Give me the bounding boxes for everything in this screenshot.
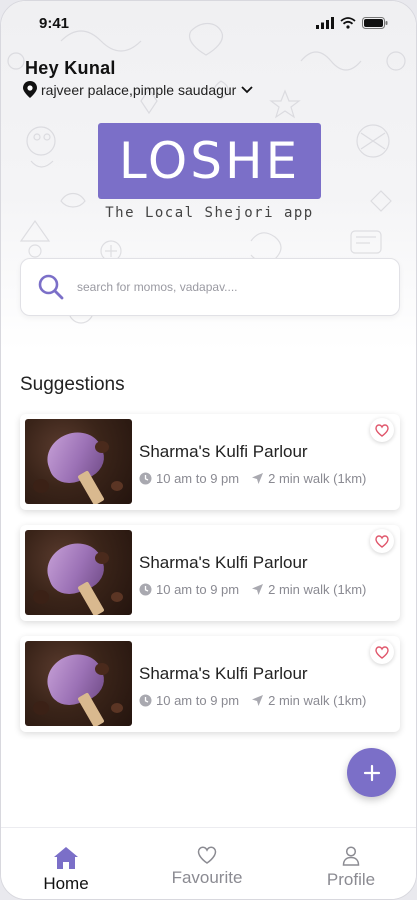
status-bar: 9:41 — [1, 13, 416, 37]
clock-icon — [139, 694, 152, 707]
heart-icon — [375, 645, 389, 659]
clock-icon — [139, 472, 152, 485]
shop-image — [25, 419, 132, 504]
location-selector[interactable]: rajveer palace,pimple saudagur — [23, 81, 254, 98]
search-icon — [38, 274, 64, 300]
logo-text: LOSHE — [118, 132, 301, 190]
shop-image — [25, 530, 132, 615]
greeting-text: Hey Kunal — [25, 58, 116, 78]
shop-hours: 10 am to 9 pm — [156, 693, 240, 708]
battery-icon — [362, 17, 388, 29]
shop-name: Sharma's Kulfi Parlour — [139, 442, 308, 461]
nav-favourite[interactable]: Favourite — [165, 846, 249, 888]
search-input[interactable] — [77, 280, 377, 294]
location-label: rajveer palace,pimple saudagur — [41, 81, 237, 98]
heart-icon — [375, 534, 389, 548]
navigation-arrow-icon — [252, 695, 264, 706]
favourite-button[interactable] — [370, 640, 394, 664]
clock-icon — [139, 583, 152, 596]
search-bar[interactable] — [20, 258, 400, 316]
shop-distance: 2 min walk (1km) — [268, 693, 367, 708]
status-time: 9:41 — [39, 15, 70, 32]
nav-profile-label: Profile — [326, 870, 376, 889]
shop-meta: 10 am to 9 pm 2 min walk (1km) — [139, 582, 366, 597]
chevron-down-icon — [241, 85, 253, 93]
shop-name: Sharma's Kulfi Parlour — [139, 553, 308, 572]
map-pin-icon — [23, 81, 37, 98]
suggestion-card[interactable]: Sharma's Kulfi Parlour 10 am to 9 pm 2 m… — [20, 636, 400, 732]
favourite-button[interactable] — [370, 418, 394, 442]
user-icon — [342, 846, 360, 866]
brand-logo: LOSHE — [98, 123, 321, 199]
heart-outline-icon — [197, 846, 217, 864]
add-button[interactable] — [347, 748, 396, 797]
suggestions-heading: Suggestions — [20, 374, 125, 395]
app-screen: 9:41 Hey Kunal rajveer palace,pimple sau… — [0, 0, 417, 900]
status-icons — [316, 17, 388, 29]
suggestion-card[interactable]: Sharma's Kulfi Parlour 10 am to 9 pm 2 m… — [20, 414, 400, 510]
bottom-navigation: Home Favourite Profile — [1, 827, 416, 899]
suggestion-card[interactable]: Sharma's Kulfi Parlour 10 am to 9 pm 2 m… — [20, 525, 400, 621]
shop-name: Sharma's Kulfi Parlour — [139, 664, 308, 683]
shop-distance: 2 min walk (1km) — [268, 582, 367, 597]
shop-meta: 10 am to 9 pm 2 min walk (1km) — [139, 471, 366, 486]
favourite-button[interactable] — [370, 529, 394, 553]
heart-icon — [375, 423, 389, 437]
navigation-arrow-icon — [252, 473, 264, 484]
shop-image — [25, 641, 132, 726]
nav-favourite-label: Favourite — [171, 868, 243, 887]
navigation-arrow-icon — [252, 584, 264, 595]
cellular-signal-icon — [316, 17, 334, 29]
brand-tagline: The Local Shejori app — [105, 205, 314, 221]
shop-meta: 10 am to 9 pm 2 min walk (1km) — [139, 693, 366, 708]
nav-profile[interactable]: Profile — [321, 846, 381, 890]
shop-distance: 2 min walk (1km) — [268, 471, 367, 486]
nav-home-label: Home — [43, 874, 89, 893]
wifi-icon — [340, 17, 356, 29]
plus-icon — [363, 764, 380, 781]
home-icon — [54, 847, 78, 869]
shop-hours: 10 am to 9 pm — [156, 471, 240, 486]
shop-hours: 10 am to 9 pm — [156, 582, 240, 597]
nav-home[interactable]: Home — [39, 846, 93, 894]
